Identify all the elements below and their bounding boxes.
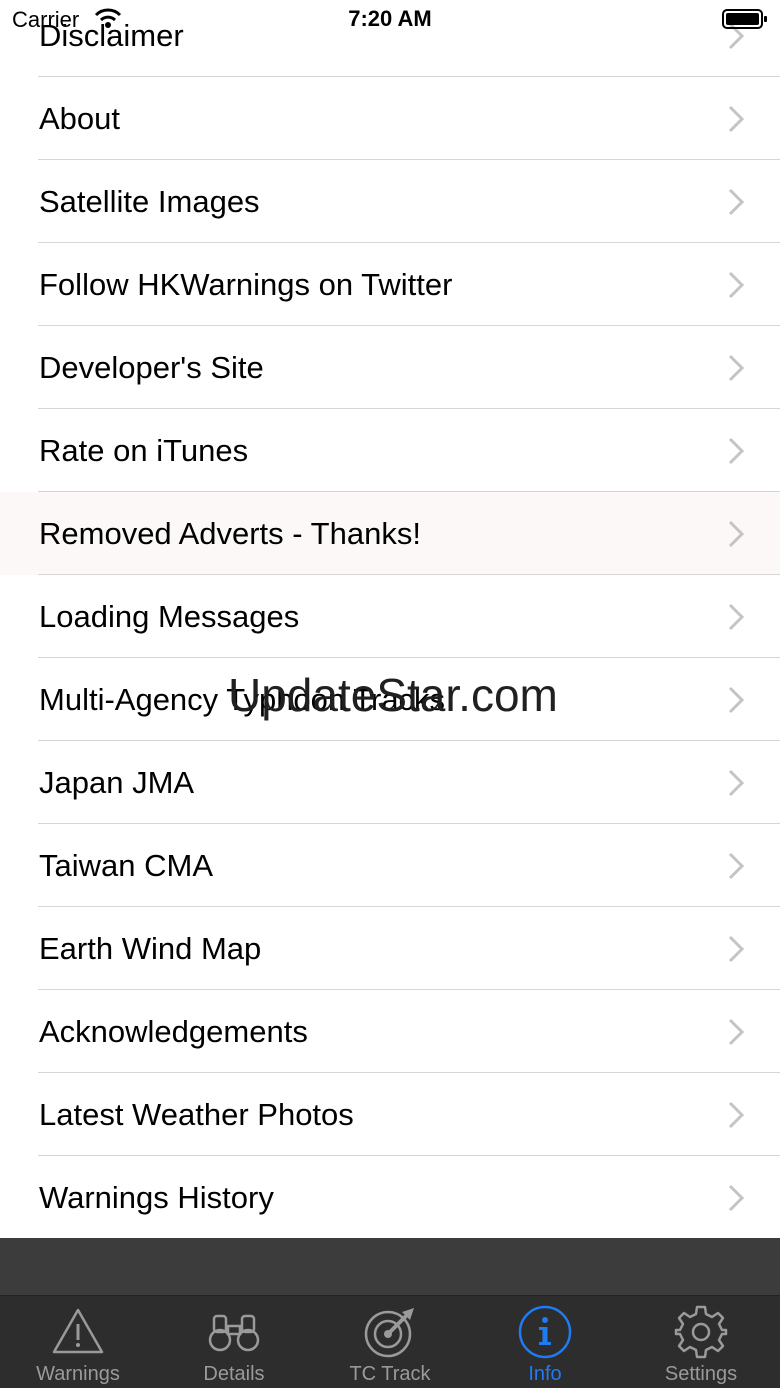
menu-item-label: Taiwan CMA [39,848,213,883]
status-bar: Carrier 7:20 AM [0,0,780,40]
menu-item-twitter[interactable]: Follow HKWarnings on Twitter [0,243,780,326]
radar-icon [364,1308,414,1358]
menu-item-label: Acknowledgements [39,1014,308,1049]
tab-warnings[interactable]: Warnings [0,1296,156,1388]
chevron-right-icon [728,188,745,216]
gear-icon [674,1305,728,1359]
tab-tc-track[interactable]: TC Track [312,1296,468,1388]
chevron-right-icon [728,105,745,133]
watermark: UpdateStar.com [228,669,558,721]
chevron-right-icon [728,603,745,631]
chevron-right-icon [728,769,745,797]
info-circle-icon [518,1305,572,1359]
tab-label: TC Track [349,1363,431,1385]
chevron-right-icon [728,271,745,299]
chevron-right-icon [728,1184,745,1212]
tab-label: Settings [664,1363,738,1385]
menu-item-label: About [39,101,121,136]
chevron-right-icon [728,686,745,714]
chevron-right-icon [728,1018,745,1046]
chevron-right-icon [728,354,745,382]
tab-bar: Warnings Details TC Track Info Settings [0,1295,780,1388]
menu-item-about[interactable]: About [0,77,780,160]
tab-label: Info [528,1363,562,1385]
menu-item-label: Removed Adverts - Thanks! [39,516,421,551]
menu-item-label: Follow HKWarnings on Twitter [39,267,453,302]
tab-details[interactable]: Details [156,1296,312,1388]
menu-item-label: Warnings History [39,1180,274,1215]
menu-item-warnings-history[interactable]: Warnings History [0,1156,780,1239]
menu-item-developer-site[interactable]: Developer's Site [0,326,780,409]
menu-item-label: Rate on iTunes [39,433,249,468]
menu-item-label: Earth Wind Map [39,931,262,966]
status-time: 7:20 AM [348,6,432,31]
menu-item-satellite-images[interactable]: Satellite Images [0,160,780,243]
menu-item-acknowledgements[interactable]: Acknowledgements [0,990,780,1073]
tab-label: Details [203,1363,265,1385]
menu-item-label: Satellite Images [39,184,260,219]
menu-item-taiwan-cma[interactable]: Taiwan CMA [0,824,780,907]
menu-item-label: Japan JMA [39,765,195,800]
menu-item-earth-wind-map[interactable]: Earth Wind Map [0,907,780,990]
chevron-right-icon [728,437,745,465]
tab-info[interactable]: Info [467,1296,623,1388]
tabbar-top-strip [0,1238,780,1295]
chevron-right-icon [728,520,745,548]
menu-item-japan-jma[interactable]: Japan JMA [0,741,780,824]
warning-triangle-icon [52,1308,104,1354]
menu-item-rate-itunes[interactable]: Rate on iTunes [0,409,780,492]
battery-icon [722,9,767,29]
tab-settings[interactable]: Settings [623,1296,779,1388]
menu-item-label: Developer's Site [39,350,264,385]
menu-item-loading-messages[interactable]: Loading Messages [0,575,780,658]
binoculars-icon [208,1314,260,1352]
menu-item-removed-adverts[interactable]: Removed Adverts - Thanks! [0,492,780,575]
chevron-right-icon [728,1101,745,1129]
chevron-right-icon [728,852,745,880]
menu-item-weather-photos[interactable]: Latest Weather Photos [0,1073,780,1156]
menu-item-label: Loading Messages [39,599,300,634]
info-menu-list: Disclaimer About Satellite Images Follow… [0,0,780,1239]
tab-label: Warnings [36,1363,120,1385]
chevron-right-icon [728,935,745,963]
menu-item-label: Latest Weather Photos [39,1097,354,1132]
